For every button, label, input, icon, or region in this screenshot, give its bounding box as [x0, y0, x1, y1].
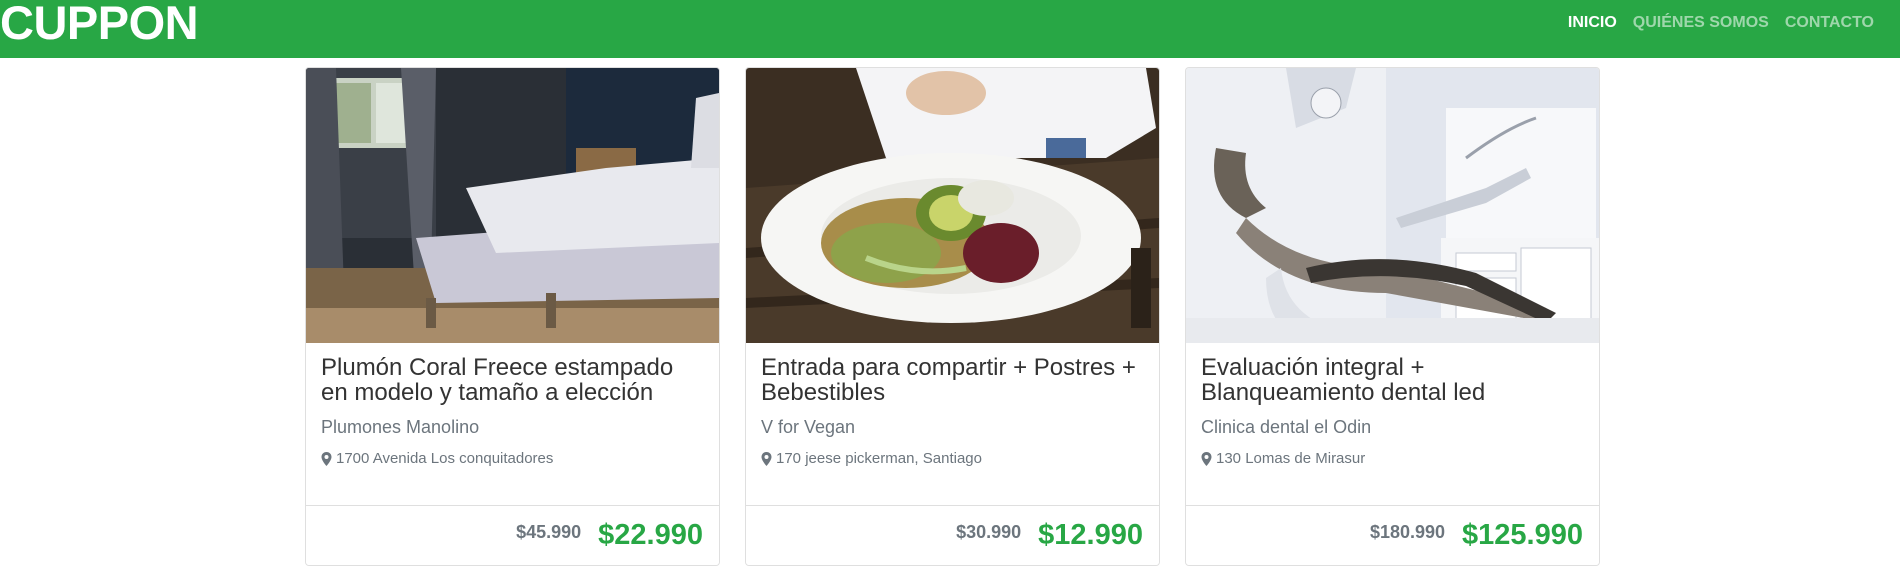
deal-card[interactable]: Entrada para compartir + Postres + Bebes… [745, 67, 1160, 566]
merchant-name: Clinica dental el Odin [1201, 417, 1372, 437]
dental-chair-photo[interactable] [1186, 68, 1599, 343]
brand-logo[interactable]: CUPPON [0, 0, 199, 46]
card-body: Entrada para compartir + Postres + Bebes… [761, 355, 1144, 467]
navbar: CUPPON INICIO QUIÉNES SOMOS CONTACTO [0, 0, 1900, 58]
location-pin-icon [761, 451, 772, 466]
deal-title[interactable]: Plumón Coral Freece estampado en modelo … [321, 355, 704, 405]
card-footer: $180.990 $125.990 [1186, 505, 1599, 565]
old-price: $30.990 [956, 522, 1022, 542]
address: 1700 Avenida Los conquitadores [321, 450, 704, 467]
new-price: $125.990 [1462, 519, 1583, 551]
nav-links: INICIO QUIÉNES SOMOS CONTACTO [1560, 0, 1882, 46]
location-pin-icon [1201, 451, 1212, 466]
nav-link-quienes-somos[interactable]: QUIÉNES SOMOS [1625, 14, 1777, 32]
address-text: 130 Lomas de Mirasur [1216, 450, 1366, 467]
deal-card[interactable]: Plumón Coral Freece estampado en modelo … [305, 67, 720, 566]
card-body: Plumón Coral Freece estampado en modelo … [321, 355, 704, 467]
card-footer: $45.990 $22.990 [306, 505, 719, 565]
nav-link-contacto[interactable]: CONTACTO [1777, 14, 1882, 32]
deal-title[interactable]: Evaluación integral + Blanqueamiento den… [1201, 355, 1584, 405]
vegan-salad-photo[interactable] [746, 68, 1159, 343]
address: 130 Lomas de Mirasur [1201, 450, 1584, 467]
card-body: Evaluación integral + Blanqueamiento den… [1201, 355, 1584, 467]
new-price: $22.990 [598, 519, 703, 551]
bedroom-photo[interactable] [306, 68, 719, 343]
new-price: $12.990 [1038, 519, 1143, 551]
address-text: 1700 Avenida Los conquitadores [336, 450, 554, 467]
deal-card[interactable]: Evaluación integral + Blanqueamiento den… [1185, 67, 1600, 566]
address-text: 170 jeese pickerman, Santiago [776, 450, 982, 467]
merchant-name: V for Vegan [761, 417, 856, 437]
card-footer: $30.990 $12.990 [746, 505, 1159, 565]
address: 170 jeese pickerman, Santiago [761, 450, 1144, 467]
old-price: $180.990 [1369, 522, 1446, 542]
nav-link-inicio[interactable]: INICIO [1560, 14, 1625, 32]
location-pin-icon [321, 451, 332, 466]
deal-title[interactable]: Entrada para compartir + Postres + Bebes… [761, 355, 1144, 405]
merchant-name: Plumones Manolino [321, 417, 480, 437]
old-price: $45.990 [516, 522, 582, 542]
